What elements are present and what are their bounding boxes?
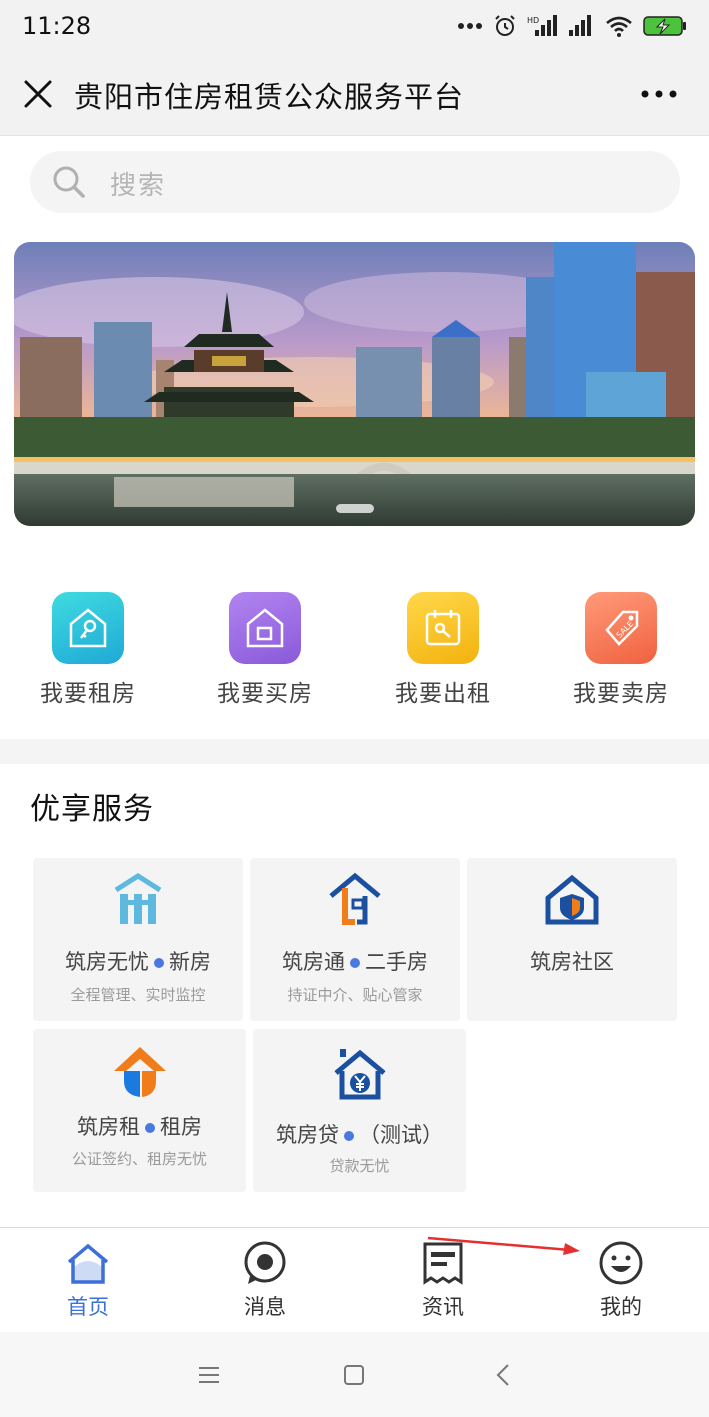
signal-icon xyxy=(569,15,591,36)
message-icon xyxy=(244,1241,286,1284)
house-key-icon xyxy=(52,592,124,664)
service-card-community[interactable]: 筑房社区 xyxy=(467,858,677,1021)
sale-tag-icon: SALE xyxy=(585,592,657,664)
quick-entry-label: 我要出租 xyxy=(395,681,491,707)
tab-label: 首页 xyxy=(67,1295,109,1319)
tab-label: 我的 xyxy=(600,1295,642,1319)
quick-entry-label: 我要买房 xyxy=(217,681,313,707)
loan-house-icon xyxy=(333,1049,386,1100)
search-icon xyxy=(53,166,85,198)
service-card-loan[interactable]: 筑房贷 （测试） 贷款无忧 xyxy=(253,1029,466,1192)
banner-carousel[interactable] xyxy=(14,242,695,526)
title-bar: 贵阳市住房租赁公众服务平台 xyxy=(0,54,709,136)
more-options-icon[interactable] xyxy=(637,76,681,112)
home-icon xyxy=(67,1243,109,1284)
quick-entry-label: 我要租房 xyxy=(40,681,136,707)
tab-home[interactable]: 首页 xyxy=(18,1228,158,1333)
bottom-tab-bar: 首页 消息 资讯 我的 xyxy=(0,1227,709,1332)
carousel-indicator[interactable] xyxy=(336,504,374,513)
service-title: 筑房租 租房 xyxy=(77,1115,202,1139)
house-window-icon xyxy=(229,592,301,664)
status-time: 11:28 xyxy=(22,12,92,40)
status-icons: HD xyxy=(457,12,687,40)
battery-charging-icon xyxy=(643,16,686,36)
service-title: 筑房无忧 新房 xyxy=(65,950,211,974)
quick-entry-rent[interactable]: 我要租房 xyxy=(18,592,158,712)
home-square-icon[interactable] xyxy=(339,1360,369,1390)
service-title: 筑房社区 xyxy=(530,950,614,974)
svg-text:HD: HD xyxy=(527,16,539,25)
service-subtitle: 持证中介、贴心管家 xyxy=(287,986,423,1004)
annotation-arrow xyxy=(427,1236,580,1255)
menu-icon[interactable] xyxy=(194,1360,224,1390)
search-input[interactable]: 搜索 xyxy=(30,151,680,213)
section-title: 优享服务 xyxy=(30,792,154,827)
more-dots-icon xyxy=(458,23,482,29)
service-card-rent[interactable]: 筑房租 租房 公证签约、租房无忧 xyxy=(33,1029,246,1192)
status-bar: 11:28 HD xyxy=(0,0,709,54)
back-icon[interactable] xyxy=(489,1360,519,1390)
service-card-new-house[interactable]: 筑房无忧 新房 全程管理、实时监控 xyxy=(33,858,243,1021)
service-title: 筑房贷 （测试） xyxy=(276,1123,443,1147)
alarm-icon xyxy=(495,15,515,36)
quick-entry-let[interactable]: 我要出租 xyxy=(373,592,513,712)
smiley-icon xyxy=(599,1241,643,1285)
service-subtitle: 贷款无忧 xyxy=(329,1157,390,1175)
search-placeholder: 搜索 xyxy=(110,171,167,201)
quick-entry-label: 我要卖房 xyxy=(573,681,669,707)
tab-label: 消息 xyxy=(244,1295,286,1319)
service-title: 筑房通 二手房 xyxy=(282,950,428,974)
page-title: 贵阳市住房租赁公众服务平台 xyxy=(74,80,465,114)
system-navigation-bar xyxy=(0,1332,709,1417)
service-subtitle: 全程管理、实时监控 xyxy=(70,986,206,1004)
quick-entry-sell[interactable]: SALE 我要卖房 xyxy=(551,592,691,712)
community-shield-icon xyxy=(545,874,599,925)
quick-entry-buy[interactable]: 我要买房 xyxy=(195,592,335,712)
wifi-icon xyxy=(606,16,632,37)
second-hand-house-icon xyxy=(329,872,381,925)
quick-entry-row: 我要租房 我要买房 我要出租 SALE 我要卖房 xyxy=(0,592,709,712)
hd-signal-icon: HD xyxy=(527,15,557,36)
new-house-icon xyxy=(114,873,162,924)
banner-image xyxy=(14,242,695,526)
section-divider xyxy=(0,739,709,764)
service-card-second-hand[interactable]: 筑房通 二手房 持证中介、贴心管家 xyxy=(250,858,460,1021)
tab-label: 资讯 xyxy=(422,1295,464,1319)
rent-house-icon xyxy=(113,1047,166,1097)
close-icon[interactable] xyxy=(18,74,58,114)
calendar-key-icon xyxy=(407,592,479,664)
tab-messages[interactable]: 消息 xyxy=(195,1228,335,1333)
service-subtitle: 公证签约、租房无忧 xyxy=(71,1150,207,1168)
